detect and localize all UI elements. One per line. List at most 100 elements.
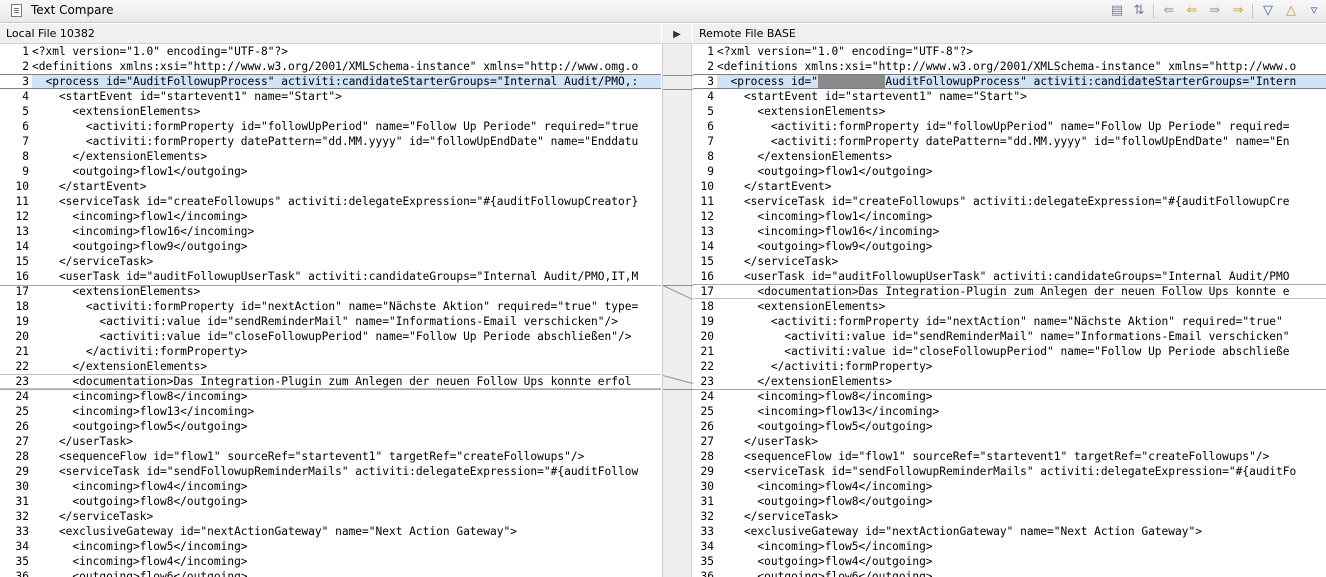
code-line[interactable]: </userTask> xyxy=(32,434,661,449)
code-line[interactable]: </serviceTask> xyxy=(32,509,661,524)
code-line[interactable]: <activiti:formProperty id="followUpPerio… xyxy=(717,119,1326,134)
code-line[interactable]: <incoming>flow4</incoming> xyxy=(32,479,661,494)
next-difference-icon[interactable]: ▽ xyxy=(1259,2,1277,20)
code-line[interactable]: <outgoing>flow8</outgoing> xyxy=(32,494,661,509)
code-line[interactable]: <process id="XXXXXXXXXXAuditFollowupProc… xyxy=(717,74,1326,89)
code-line[interactable]: <?xml version="1.0" encoding="UTF-8"?> xyxy=(32,44,661,59)
code-line[interactable]: <activiti:value id="closeFollowupPeriod"… xyxy=(32,329,661,344)
code-line[interactable]: <definitions xmlns:xsi="http://www.w3.or… xyxy=(32,59,661,74)
copy-current-right-icon[interactable]: ⇒ xyxy=(1229,2,1247,20)
code-line[interactable]: <activiti:formProperty id="nextAction" n… xyxy=(32,299,661,314)
line-number: 23 xyxy=(700,375,714,388)
code-line[interactable]: <incoming>flow8</incoming> xyxy=(717,389,1326,404)
code-line[interactable]: <outgoing>flow9</outgoing> xyxy=(717,239,1326,254)
code-line[interactable]: <sequenceFlow id="flow1" sourceRef="star… xyxy=(32,449,661,464)
ignore-whitespace-icon[interactable]: ⇅ xyxy=(1130,2,1148,20)
code-line[interactable]: <incoming>flow4</incoming> xyxy=(32,554,661,569)
code-line[interactable]: <extensionElements> xyxy=(717,299,1326,314)
code-line[interactable]: <exclusiveGateway id="nextActionGateway"… xyxy=(32,524,661,539)
code-line[interactable]: <outgoing>flow9</outgoing> xyxy=(32,239,661,254)
line-number: 26 xyxy=(700,420,714,433)
layout-icon[interactable]: ▤ xyxy=(1108,2,1126,20)
code-line[interactable]: </extensionElements> xyxy=(717,374,1326,389)
code-line[interactable]: <definitions xmlns:xsi="http://www.w3.or… xyxy=(717,59,1326,74)
copy-all-right-icon[interactable]: ⇛ xyxy=(1206,2,1224,20)
code-line[interactable]: <outgoing>flow5</outgoing> xyxy=(717,419,1326,434)
right-line-numbers: 1 2 3 4 5 6 7 8 9 10 11 12 13 14 15 16 17 18 19 20 21 22 23 24 2… xyxy=(693,44,717,577)
code-line[interactable]: </serviceTask> xyxy=(717,509,1326,524)
code-line[interactable]: <incoming>flow8</incoming> xyxy=(32,389,661,404)
code-line[interactable]: <activiti:formProperty datePattern="dd.M… xyxy=(32,134,661,149)
code-line[interactable]: </userTask> xyxy=(717,434,1326,449)
code-line[interactable]: <activiti:value id="closeFollowupPeriod"… xyxy=(717,344,1326,359)
code-line[interactable]: <serviceTask id="sendFollowupReminderMai… xyxy=(32,464,661,479)
code-line[interactable]: <serviceTask id="createFollowups" activi… xyxy=(717,194,1326,209)
code-line[interactable]: <startEvent id="startevent1" name="Start… xyxy=(32,89,661,104)
code-line[interactable]: <outgoing>flow4</outgoing> xyxy=(717,554,1326,569)
code-line[interactable]: <serviceTask id="sendFollowupReminderMai… xyxy=(717,464,1326,479)
left-editor[interactable]: 1 2 3 4 5 6 7 8 9 10 11 12 13 14 15 16 17 18 19 20 21 22 23 24 2… xyxy=(0,44,661,577)
code-line[interactable]: <incoming>flow13</incoming> xyxy=(717,404,1326,419)
code-line[interactable]: <startEvent id="startevent1" name="Start… xyxy=(717,89,1326,104)
line-number: 1 xyxy=(22,45,29,58)
right-code[interactable]: <?xml version="1.0" encoding="UTF-8"?> <d… xyxy=(717,44,1326,577)
code-line[interactable]: <extensionElements> xyxy=(32,104,661,119)
code-line[interactable]: <activiti:formProperty id="nextAction" n… xyxy=(717,314,1326,329)
code-line[interactable]: <process id="AuditFollowupProcess" activ… xyxy=(32,74,661,89)
code-line[interactable]: </extensionElements> xyxy=(32,149,661,164)
copy-current-left-icon[interactable]: ⇐ xyxy=(1183,2,1201,20)
code-line[interactable]: <documentation>Das Integration-Plugin zu… xyxy=(32,374,661,389)
code-line[interactable]: <sequenceFlow id="flow1" sourceRef="star… xyxy=(717,449,1326,464)
line-number: 24 xyxy=(700,390,714,403)
code-line[interactable]: </startEvent> xyxy=(717,179,1326,194)
code-line[interactable]: <outgoing>flow8</outgoing> xyxy=(717,494,1326,509)
code-line[interactable]: <incoming>flow16</incoming> xyxy=(32,224,661,239)
code-line[interactable]: <incoming>flow4</incoming> xyxy=(717,479,1326,494)
code-line[interactable]: <incoming>flow5</incoming> xyxy=(32,539,661,554)
code-text: AuditFollowupProcess" activiti:candidate… xyxy=(885,75,1297,88)
code-line[interactable]: <extensionElements> xyxy=(717,104,1326,119)
code-line[interactable]: <userTask id="auditFollowupUserTask" act… xyxy=(717,269,1326,284)
code-line[interactable]: <incoming>flow5</incoming> xyxy=(717,539,1326,554)
toolbar-separator xyxy=(1153,4,1154,19)
line-number: 31 xyxy=(15,495,29,508)
line-number: 18 xyxy=(15,300,29,313)
code-line[interactable]: <activiti:value id="sendReminderMail" na… xyxy=(32,314,661,329)
code-line[interactable]: </extensionElements> xyxy=(717,149,1326,164)
copy-left-to-right-icon[interactable]: ▶ xyxy=(668,27,686,43)
code-line[interactable]: <incoming>flow1</incoming> xyxy=(32,209,661,224)
code-line[interactable]: </extensionElements> xyxy=(32,359,661,374)
next-change-icon[interactable]: ▿ xyxy=(1305,2,1323,20)
code-line[interactable]: <outgoing>flow1</outgoing> xyxy=(32,164,661,179)
code-line[interactable]: <incoming>flow13</incoming> xyxy=(32,404,661,419)
code-line[interactable]: <outgoing>flow6</outgoing> xyxy=(717,569,1326,577)
copy-all-left-icon[interactable]: ⇚ xyxy=(1160,2,1178,20)
code-line[interactable]: <activiti:value id="sendReminderMail" na… xyxy=(717,329,1326,344)
code-line[interactable]: </startEvent> xyxy=(32,179,661,194)
line-number: 16 xyxy=(15,270,29,283)
code-line[interactable]: <activiti:formProperty datePattern="dd.M… xyxy=(717,134,1326,149)
left-line-numbers: 1 2 3 4 5 6 7 8 9 10 11 12 13 14 15 16 17 18 19 20 21 22 23 24 2… xyxy=(0,44,32,577)
line-number: 5 xyxy=(707,105,714,118)
code-line[interactable]: <incoming>flow1</incoming> xyxy=(717,209,1326,224)
code-line[interactable]: <incoming>flow16</incoming> xyxy=(717,224,1326,239)
code-line[interactable]: <extensionElements> xyxy=(32,284,661,299)
code-line[interactable]: </activiti:formProperty> xyxy=(717,359,1326,374)
left-code[interactable]: <?xml version="1.0" encoding="UTF-8"?> <d… xyxy=(32,44,661,577)
code-line[interactable]: <documentation>Das Integration-Plugin zu… xyxy=(717,284,1326,299)
code-line[interactable]: <activiti:formProperty id="followUpPerio… xyxy=(32,119,661,134)
code-line[interactable]: </serviceTask> xyxy=(717,254,1326,269)
code-line[interactable]: <userTask id="auditFollowupUserTask" act… xyxy=(32,269,661,284)
code-line[interactable]: <outgoing>flow6</outgoing> xyxy=(32,569,661,577)
previous-difference-icon[interactable]: △ xyxy=(1282,2,1300,20)
right-editor[interactable]: 1 2 3 4 5 6 7 8 9 10 11 12 13 14 15 16 17 18 19 20 21 22 23 24 2… xyxy=(693,44,1326,577)
code-line[interactable]: <serviceTask id="createFollowups" activi… xyxy=(32,194,661,209)
code-line[interactable]: </activiti:formProperty> xyxy=(32,344,661,359)
code-line[interactable]: </serviceTask> xyxy=(32,254,661,269)
code-line[interactable]: <exclusiveGateway id="nextActionGateway"… xyxy=(717,524,1326,539)
code-line[interactable]: <outgoing>flow1</outgoing> xyxy=(717,164,1326,179)
code-line[interactable]: <outgoing>flow5</outgoing> xyxy=(32,419,661,434)
code-line[interactable]: <?xml version="1.0" encoding="UTF-8"?> xyxy=(717,44,1326,59)
line-number: 34 xyxy=(700,540,714,553)
line-number: 8 xyxy=(707,150,714,163)
